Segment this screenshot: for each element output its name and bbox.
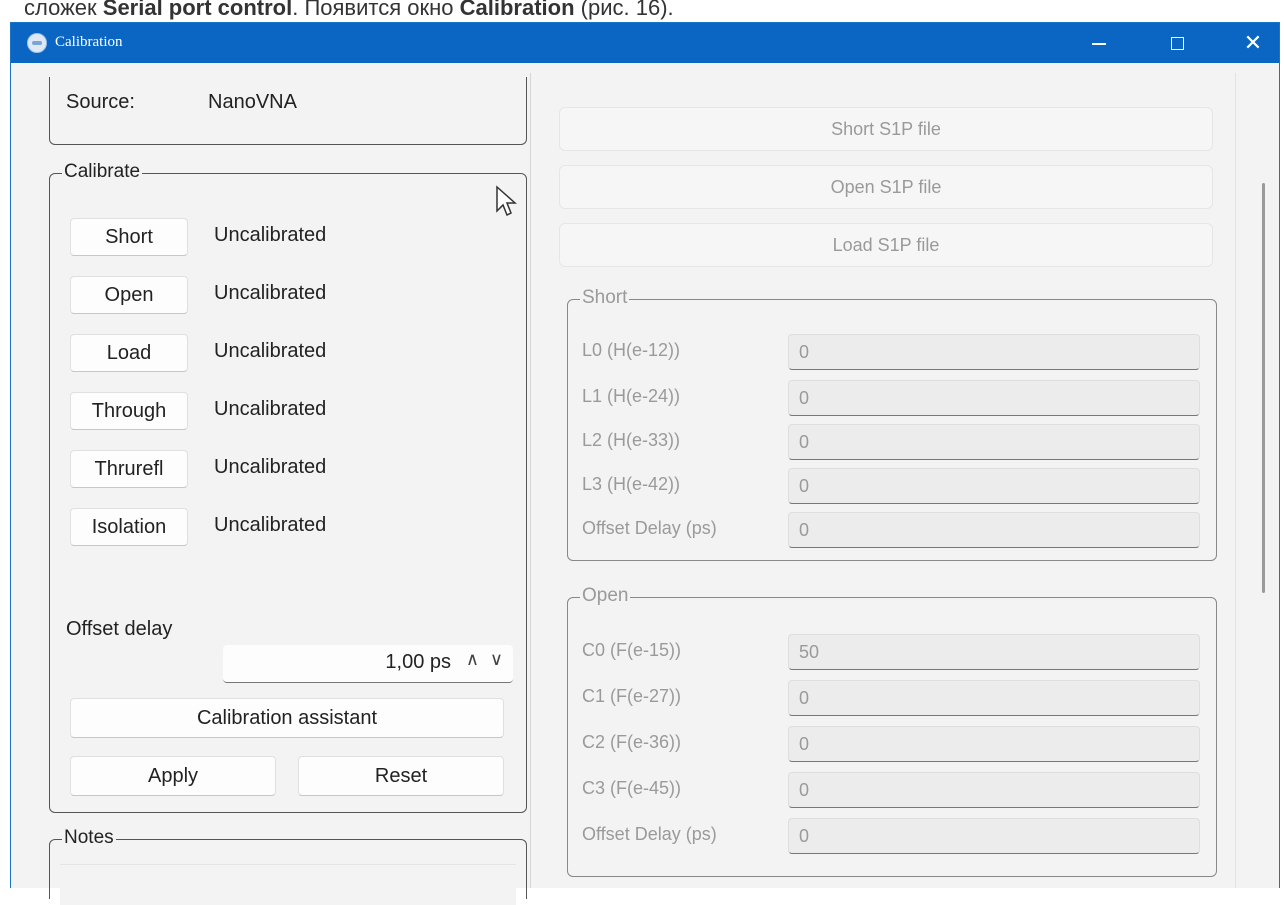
open-c0-field[interactable]: 50 <box>788 634 1200 670</box>
open-c1-label: C1 (F(e-27)) <box>582 686 682 706</box>
open-c0-label: C0 (F(e-15)) <box>582 640 682 660</box>
vertical-scrollbar[interactable] <box>1262 183 1265 593</box>
caption-text-a: сложек <box>24 0 103 20</box>
caption-text-b: . Появится окно <box>292 0 460 20</box>
calibrate-group: Calibrate Short Uncalibrated Open Uncali… <box>49 161 527 813</box>
client-area: Source: NanoVNA Calibrate Short Uncalibr… <box>11 63 1279 905</box>
caption-bold-a: Serial port control <box>102 0 293 20</box>
source-label: Source: <box>66 91 135 113</box>
caption-bold-b: Calibration <box>459 0 575 20</box>
close-icon: ✕ <box>1243 30 1263 55</box>
load-button[interactable]: Load <box>70 334 188 372</box>
source-value: NanoVNA <box>208 91 297 113</box>
app-icon <box>27 33 47 53</box>
short-status: Uncalibrated <box>214 224 327 246</box>
source-box: Source: NanoVNA <box>49 77 527 145</box>
right-panel-edge <box>1235 73 1236 888</box>
open-group-title: Open <box>580 585 631 607</box>
isolation-status: Uncalibrated <box>214 514 327 536</box>
open-c1-field[interactable]: 0 <box>788 680 1200 716</box>
close-button[interactable]: ✕ <box>1217 23 1284 63</box>
reset-button[interactable]: Reset <box>298 756 504 796</box>
short-button[interactable]: Short <box>70 218 188 256</box>
short-l2-label: L2 (H(e-33)) <box>582 430 681 450</box>
maximize-icon <box>1170 37 1184 51</box>
mouse-cursor-icon <box>496 185 517 217</box>
caption-text-c: (рис. 16). <box>574 0 674 20</box>
notes-textarea[interactable] <box>60 864 516 905</box>
thrurefl-button[interactable]: Thrurefl <box>70 450 188 488</box>
open-c2-field[interactable]: 0 <box>788 726 1200 762</box>
window-title: Calibration <box>55 34 123 50</box>
notes-group: Notes <box>49 827 527 905</box>
apply-button[interactable]: Apply <box>70 756 276 796</box>
calibration-window: Calibration ✕ Source: NanoVNA Calibrate … <box>10 22 1280 905</box>
short-l3-field[interactable]: 0 <box>788 468 1200 504</box>
open-status: Uncalibrated <box>214 282 327 304</box>
load-s1p-file-button[interactable]: Load S1P file <box>559 223 1213 267</box>
minimize-button[interactable] <box>1063 23 1135 63</box>
short-group-title: Short <box>580 287 630 309</box>
spin-down-icon[interactable]: ∨ <box>490 649 503 670</box>
document-caption: сложек Serial port control. Появится окн… <box>0 0 1284 24</box>
minimize-icon <box>1092 42 1106 45</box>
thrurefl-status: Uncalibrated <box>214 456 327 478</box>
title-bar[interactable]: Calibration ✕ <box>11 23 1279 63</box>
calibrate-group-title: Calibrate <box>62 161 143 183</box>
maximize-button[interactable] <box>1141 23 1213 63</box>
short-l0-label: L0 (H(e-12)) <box>582 340 681 360</box>
open-button[interactable]: Open <box>70 276 188 314</box>
calibration-assistant-button[interactable]: Calibration assistant <box>70 698 504 738</box>
open-c3-field[interactable]: 0 <box>788 772 1200 808</box>
short-l2-field[interactable]: 0 <box>788 424 1200 460</box>
load-status: Uncalibrated <box>214 340 327 362</box>
short-s1p-file-button[interactable]: Short S1P file <box>559 107 1213 151</box>
open-offset-delay-label: Offset Delay (ps) <box>582 824 717 844</box>
short-l0-field[interactable]: 0 <box>788 334 1200 370</box>
open-offset-delay-field[interactable]: 0 <box>788 818 1200 854</box>
notes-group-title: Notes <box>62 827 116 849</box>
short-l3-label: L3 (H(e-42)) <box>582 474 681 494</box>
isolation-button[interactable]: Isolation <box>70 508 188 546</box>
offset-delay-spinbox[interactable]: 1,00 ps ∧ ∨ <box>223 645 513 683</box>
open-c2-label: C2 (F(e-36)) <box>582 732 682 752</box>
short-l1-label: L1 (H(e-24)) <box>582 386 681 406</box>
panel-divider <box>530 73 531 888</box>
short-l1-field[interactable]: 0 <box>788 380 1200 416</box>
offset-delay-label: Offset delay <box>66 618 173 640</box>
spin-up-icon[interactable]: ∧ <box>466 649 479 670</box>
short-params-group: Short L0 (H(e-12)) 0 L1 (H(e-24)) 0 L2 (… <box>567 287 1217 561</box>
through-button[interactable]: Through <box>70 392 188 430</box>
offset-delay-value[interactable]: 1,00 ps <box>385 651 451 674</box>
open-c3-label: C3 (F(e-45)) <box>582 778 682 798</box>
short-offset-delay-field[interactable]: 0 <box>788 512 1200 548</box>
open-s1p-file-button[interactable]: Open S1P file <box>559 165 1213 209</box>
through-status: Uncalibrated <box>214 398 327 420</box>
open-params-group: Open C0 (F(e-15)) 50 C1 (F(e-27)) 0 C2 (… <box>567 585 1217 877</box>
short-offset-delay-label: Offset Delay (ps) <box>582 518 717 538</box>
